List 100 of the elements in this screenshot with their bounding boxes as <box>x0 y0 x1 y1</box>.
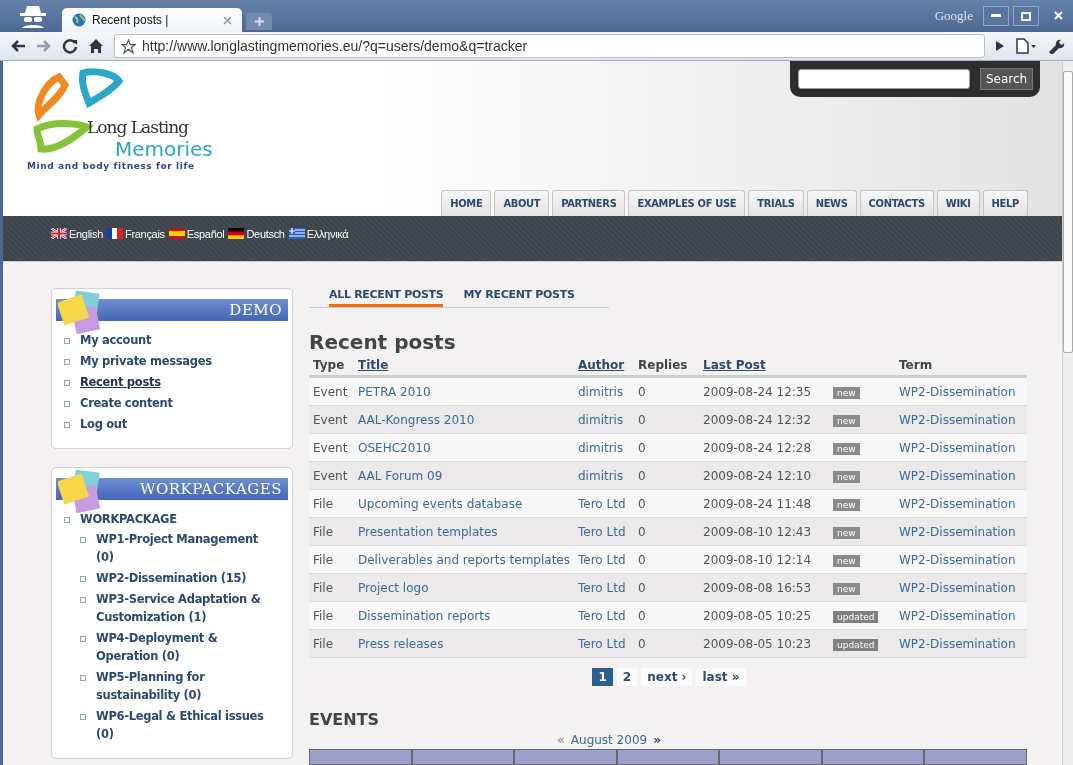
nav-tab[interactable]: WIKI <box>936 189 980 216</box>
post-title-link[interactable]: Press releases <box>354 636 574 651</box>
author-link[interactable]: dimitris <box>574 384 634 399</box>
tab[interactable]: ALL RECENT POSTS <box>329 288 444 307</box>
column-header[interactable]: Title <box>354 358 574 372</box>
nav-tab[interactable]: ABOUT <box>494 189 550 216</box>
language-link[interactable]: Deutsch <box>228 227 285 240</box>
sidebar-link[interactable]: WP5-Planning for sustainability (0) <box>96 668 270 704</box>
star-icon[interactable] <box>121 38 136 54</box>
next-month-link[interactable]: » <box>653 733 661 747</box>
term-link[interactable]: WP2-Dissemination <box>895 496 1027 511</box>
term-link[interactable]: WP2-Dissemination <box>895 412 1027 427</box>
nav-tab[interactable]: HOME <box>441 189 492 216</box>
post-title-link[interactable]: OSEHC2010 <box>354 440 574 455</box>
reload-icon[interactable] <box>62 38 78 54</box>
page-menu-icon[interactable] <box>1015 38 1037 54</box>
author-link[interactable]: Tero Ltd <box>574 636 634 651</box>
nav-tab[interactable]: PARTNERS <box>552 189 626 216</box>
search-field[interactable] <box>798 69 970 89</box>
search-button[interactable]: Search <box>980 68 1034 90</box>
post-title-link[interactable]: Upcoming events database <box>354 496 574 511</box>
language-link[interactable]: Español <box>168 227 225 240</box>
table-cell-text: 0 <box>637 552 647 567</box>
table-cell-text: 0 <box>637 496 647 511</box>
term-link[interactable]: WP2-Dissemination <box>895 580 1027 595</box>
sidebar-link[interactable]: WP3-Service Adaptation & Customization (1) <box>96 590 270 626</box>
pager-link[interactable]: 2 <box>616 668 638 686</box>
address-bar[interactable]: http://www.longlastingmemories.eu/?q=users/demo&q=tracker <box>114 34 985 58</box>
post-title-link[interactable]: AAL Forum 09 <box>354 468 574 483</box>
post-title-link[interactable]: PETRA 2010 <box>354 384 574 399</box>
close-icon[interactable] <box>223 15 232 25</box>
pager-link[interactable]: 1 <box>592 668 613 686</box>
table-cell-text: Event <box>312 412 349 427</box>
search-engine-label: Google <box>934 8 973 24</box>
column-header[interactable]: Last Post <box>699 358 829 372</box>
sidebar-link[interactable]: My account <box>80 331 152 349</box>
author-link[interactable]: Tero Ltd <box>574 580 634 595</box>
nav-tab[interactable]: CONTACTS <box>859 189 934 216</box>
post-title-link[interactable]: AAL-Kongress 2010 <box>354 412 574 427</box>
sidebar-link[interactable]: My private messages <box>80 352 212 370</box>
sidebar-link[interactable]: Recent posts <box>80 373 161 391</box>
author-link[interactable]: dimitris <box>574 468 634 483</box>
close-icon <box>1053 10 1063 20</box>
author-link[interactable]: Tero Ltd <box>574 552 634 567</box>
back-icon[interactable] <box>10 39 26 53</box>
author-link[interactable]: Tero Ltd <box>574 524 634 539</box>
author-link[interactable]: dimitris <box>574 412 634 427</box>
term-link[interactable]: WP2-Dissemination <box>895 524 1027 539</box>
bullet-icon <box>80 714 86 720</box>
term-link[interactable]: WP2-Dissemination <box>895 468 1027 483</box>
nav-tab[interactable]: NEWS <box>806 189 857 216</box>
post-title-link[interactable]: Presentation templates <box>354 524 574 539</box>
sidebar-link[interactable]: Log out <box>80 415 127 433</box>
play-icon[interactable] <box>995 40 1005 52</box>
pager-link[interactable]: next › <box>641 668 693 686</box>
term-link[interactable]: WP2-Dissemination <box>895 552 1027 567</box>
wrench-icon[interactable] <box>1047 38 1067 54</box>
bullet-icon <box>64 422 70 428</box>
sidebar-link[interactable]: WP6-Legal & Ethical issues (0) <box>96 707 270 743</box>
column-header[interactable]: Author <box>574 358 634 372</box>
term-link[interactable]: WP2-Dissemination <box>895 636 1027 651</box>
term-link[interactable]: WP2-Dissemination <box>895 608 1027 623</box>
browser-tab[interactable]: Recent posts | <box>62 8 242 32</box>
tab[interactable]: MY RECENT POSTS <box>463 288 575 307</box>
scrollbar-thumb[interactable] <box>1063 71 1073 353</box>
table-cell-text: 2009-08-24 12:28 <box>702 440 813 455</box>
sidebar-link[interactable]: Create content <box>80 394 173 412</box>
nav-tab[interactable]: EXAMPLES OF USE <box>628 189 746 216</box>
language-link[interactable]: English <box>51 227 103 240</box>
table-cell-text: 2009-08-24 11:48 <box>702 496 813 511</box>
maximize-button[interactable] <box>1013 6 1039 26</box>
bullet-icon <box>80 675 86 681</box>
table-cell-text: 0 <box>637 468 647 483</box>
sidebar-link[interactable]: WP4-Deployment & Operation (0) <box>96 629 270 665</box>
post-title-link[interactable]: Deliverables and reports templates <box>354 552 574 567</box>
author-link[interactable]: Tero Ltd <box>574 608 634 623</box>
table-cell-text: 2009-08-05 10:25 <box>702 608 813 623</box>
table-cell-text: 2009-08-05 10:23 <box>702 636 813 651</box>
home-icon[interactable] <box>88 38 104 54</box>
language-link[interactable]: Ελληνικά <box>288 227 349 240</box>
sidebar-link[interactable]: WP2-Dissemination (15) <box>96 569 247 587</box>
table-cell-text: File <box>312 496 335 511</box>
status-badge: new <box>833 554 860 567</box>
pager-link[interactable]: last » <box>696 668 746 686</box>
nav-tab[interactable]: TRIALS <box>748 189 804 216</box>
sidebar-link[interactable]: WORKPACKAGE <box>80 510 177 528</box>
sidebar-link[interactable]: WP1-Project Management (0) <box>96 530 270 566</box>
author-link[interactable]: dimitris <box>574 440 634 455</box>
nav-tab[interactable]: HELP <box>982 189 1028 216</box>
author-link[interactable]: Tero Ltd <box>574 496 634 511</box>
flag-icon <box>288 228 305 240</box>
language-link[interactable]: Français <box>107 227 165 240</box>
term-link[interactable]: WP2-Dissemination <box>895 384 1027 399</box>
logo-text: Long Lasting <box>87 117 190 137</box>
scrollbar[interactable] <box>1062 61 1073 765</box>
new-tab-button[interactable] <box>246 13 272 30</box>
minimize-button[interactable] <box>983 6 1009 26</box>
post-title-link[interactable]: Project logo <box>354 580 574 595</box>
post-title-link[interactable]: Dissemination reports <box>354 608 574 623</box>
term-link[interactable]: WP2-Dissemination <box>895 440 1027 455</box>
